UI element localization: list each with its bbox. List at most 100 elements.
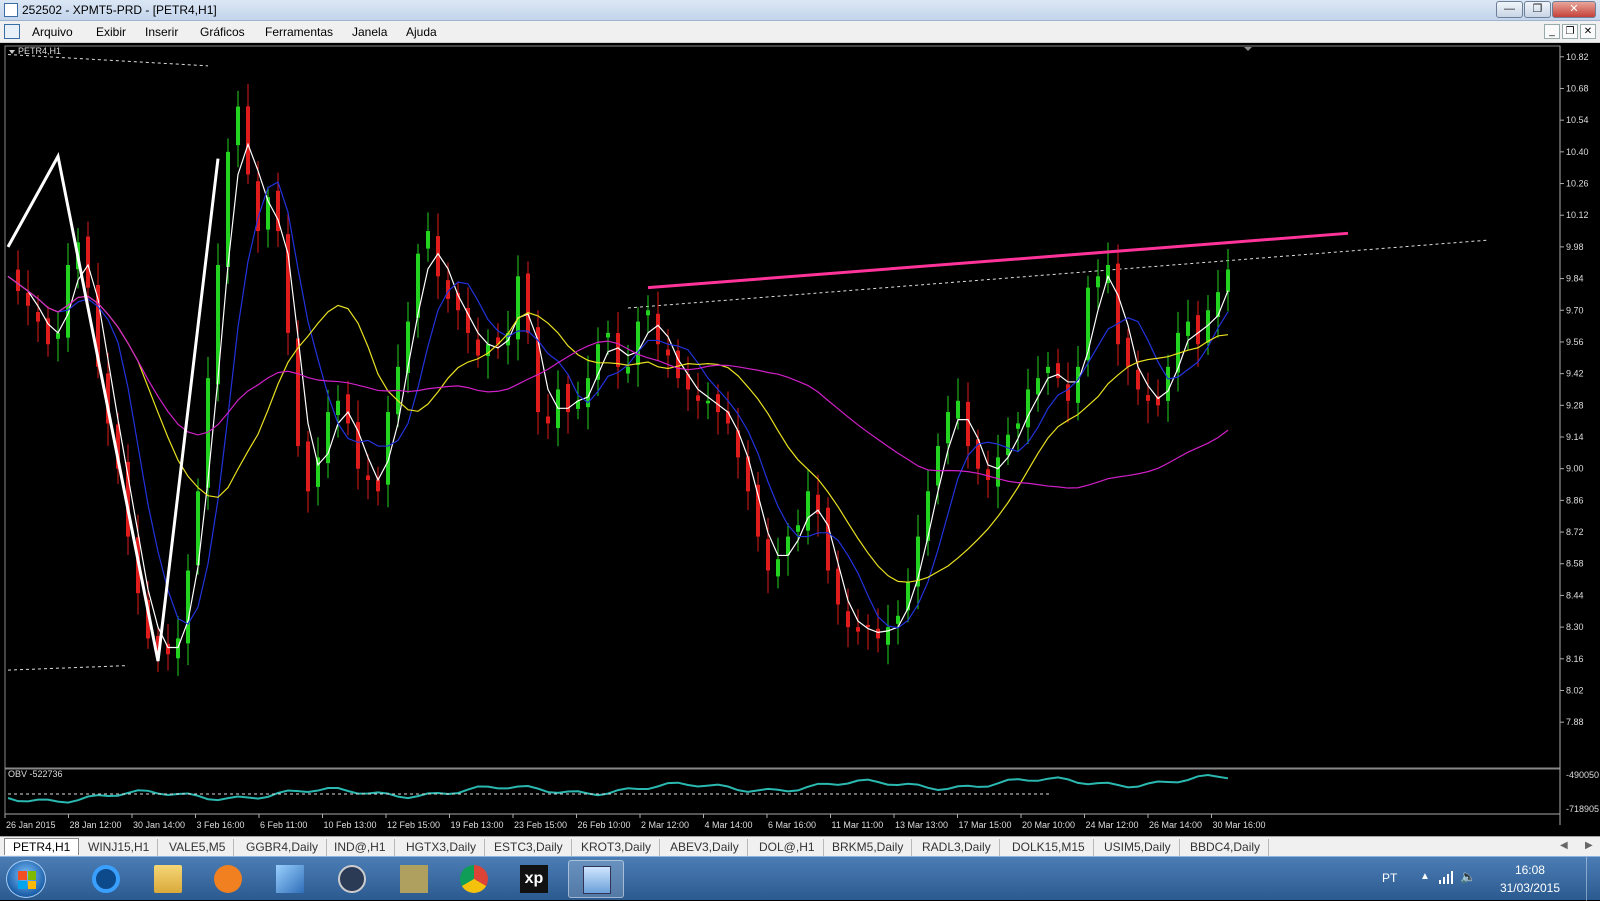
candle-body: [696, 395, 700, 401]
candle-body: [1196, 315, 1200, 345]
date-tick-label: 20 Mar 10:00: [1022, 820, 1075, 830]
date-tick-label: 23 Feb 15:00: [514, 820, 567, 830]
price-tick-label: 8.44: [1566, 590, 1584, 600]
tab-brkm5-daily[interactable]: BRKM5,Daily: [824, 839, 913, 856]
close-button[interactable]: ✕: [1552, 1, 1596, 18]
menu-graficos[interactable]: Gráficos: [200, 25, 245, 39]
tab-hgtx3-daily[interactable]: HGTX3,Daily: [398, 839, 486, 856]
signal-icon[interactable]: [1438, 870, 1454, 884]
candle-body: [906, 581, 910, 611]
date-tick-label: 26 Feb 10:00: [578, 820, 631, 830]
candle-body: [66, 265, 70, 338]
volume-icon[interactable]: 🔈: [1460, 869, 1476, 885]
minimize-button[interactable]: —: [1496, 1, 1523, 18]
chrome-icon: [460, 865, 488, 893]
internet-explorer-icon: [92, 865, 120, 893]
taskbar: xp PT ▲ 🔈 16:08 31/03/2015: [0, 856, 1600, 901]
candle-body: [796, 525, 800, 532]
candle-body: [956, 400, 960, 419]
candle-body: [836, 568, 840, 605]
candle-body: [386, 412, 390, 485]
tab-krot3-daily[interactable]: KROT3,Daily: [573, 839, 661, 856]
price-tick-label: 10.54: [1566, 115, 1589, 125]
shift-marker-icon[interactable]: [1244, 47, 1252, 51]
obv-tick-upper: -490050: [1566, 770, 1599, 780]
candle-body: [1136, 369, 1140, 390]
tab-ind-h1[interactable]: IND@,H1: [326, 839, 395, 856]
tab-estc3-daily[interactable]: ESTC3,Daily: [486, 839, 572, 856]
price-tick-label: 10.82: [1566, 52, 1589, 62]
candle-body: [476, 339, 480, 356]
clock[interactable]: 16:08 31/03/2015: [1500, 861, 1560, 897]
tab-bbdc4-daily[interactable]: BBDC4,Daily: [1182, 839, 1270, 856]
menu-exibir[interactable]: Exibir: [96, 25, 126, 39]
mdi-minimize-button[interactable]: _: [1544, 24, 1560, 39]
price-tick-label: 9.00: [1566, 464, 1584, 474]
price-tick-label: 9.28: [1566, 400, 1584, 410]
candle-body: [1076, 366, 1080, 403]
candle-body: [1006, 434, 1010, 456]
tabs-scroll-left-icon[interactable]: ◀: [1560, 840, 1568, 851]
candle-body: [366, 475, 370, 480]
date-tick-label: 28 Jan 12:00: [70, 820, 122, 830]
taskbar-metatrader[interactable]: [568, 860, 624, 898]
price-tick-label: 8.16: [1566, 654, 1584, 664]
menu-janela[interactable]: Janela: [352, 25, 387, 39]
tab-abev3-daily[interactable]: ABEV3,Daily: [662, 839, 748, 856]
tab-ggbr4-daily[interactable]: GGBR4,Daily: [238, 839, 328, 856]
taskbar-media-player[interactable]: [200, 860, 256, 898]
price-tick-label: 10.26: [1566, 179, 1589, 189]
mdi-close-button[interactable]: ✕: [1580, 24, 1596, 39]
chart-window-icon[interactable]: [4, 24, 20, 39]
price-tick-label: 10.12: [1566, 210, 1589, 220]
taskbar-internet-explorer[interactable]: [78, 860, 134, 898]
menu-arquivo[interactable]: Arquivo: [32, 25, 73, 39]
candle-body: [1036, 378, 1040, 395]
taskbar-archive[interactable]: [386, 860, 442, 898]
date-tick-label: 4 Mar 14:00: [705, 820, 753, 830]
candle-body: [1016, 423, 1020, 429]
candle-body: [1146, 395, 1150, 401]
start-button[interactable]: [6, 860, 46, 898]
tab-radl3-daily[interactable]: RADL3,Daily: [914, 839, 1000, 856]
candle-body: [36, 312, 40, 322]
date-ticks: 26 Jan 2015 28 Jan 12:00 30 Jan 14:00 3 Feb…: [4, 814, 1266, 830]
menu-ferramentas[interactable]: Ferramentas: [265, 25, 333, 39]
mdi-restore-button[interactable]: ❐: [1562, 24, 1578, 39]
language-indicator[interactable]: PT: [1382, 871, 1397, 885]
tab-petr4-h1[interactable]: PETR4,H1: [4, 838, 80, 855]
candle-body: [766, 539, 770, 571]
maximize-button[interactable]: ❐: [1524, 1, 1551, 18]
price-chart[interactable]: 10.82 10.68 10.54 10.40 10.26 10.12 9.98 9.84 9.…: [0, 43, 1600, 836]
taskbar-xp[interactable]: xp: [506, 860, 562, 898]
price-tick-label: 9.56: [1566, 337, 1584, 347]
tab-winj15-h1[interactable]: WINJ15,H1: [80, 839, 159, 856]
resistance-line[interactable]: [647, 231, 1349, 290]
tab-dol-h1[interactable]: DOL@,H1: [751, 839, 824, 856]
candle-body: [866, 624, 870, 628]
menu-inserir[interactable]: Inserir: [145, 25, 178, 39]
taskbar-file-explorer[interactable]: [140, 860, 196, 898]
tabs-scroll-right-icon[interactable]: ▶: [1585, 840, 1593, 851]
tab-usim5-daily[interactable]: USIM5,Daily: [1096, 839, 1180, 856]
window-titlebar: 252502 - XPMT5-PRD - [PETR4,H1] — ❐ ✕: [0, 0, 1600, 21]
taskbar-chrome[interactable]: [446, 860, 502, 898]
tray-expand-icon[interactable]: ▲: [1420, 871, 1430, 882]
clock-time: 16:08: [1514, 863, 1545, 877]
tab-vale5-m5[interactable]: VALE5,M5: [161, 839, 235, 856]
candle-body: [986, 469, 990, 480]
candle-body: [966, 401, 970, 447]
taskbar-program[interactable]: [262, 860, 318, 898]
app-icon: [4, 3, 18, 17]
candle-body: [756, 484, 760, 537]
taskbar-hp[interactable]: [324, 860, 380, 898]
dotted-trendline: [627, 239, 1489, 309]
menu-ajuda[interactable]: Ajuda: [406, 25, 437, 39]
obv-line: [7, 773, 1229, 804]
price-tick-label: 7.88: [1566, 717, 1584, 727]
candle-body: [706, 400, 710, 404]
date-tick-label: 26 Mar 14:00: [1149, 820, 1202, 830]
show-desktop-button[interactable]: [1586, 857, 1600, 901]
chart-area[interactable]: 10.82 10.68 10.54 10.40 10.26 10.12 9.98 9.84 9.…: [0, 43, 1600, 836]
tab-dolk15-m15[interactable]: DOLK15,M15: [1004, 839, 1094, 856]
